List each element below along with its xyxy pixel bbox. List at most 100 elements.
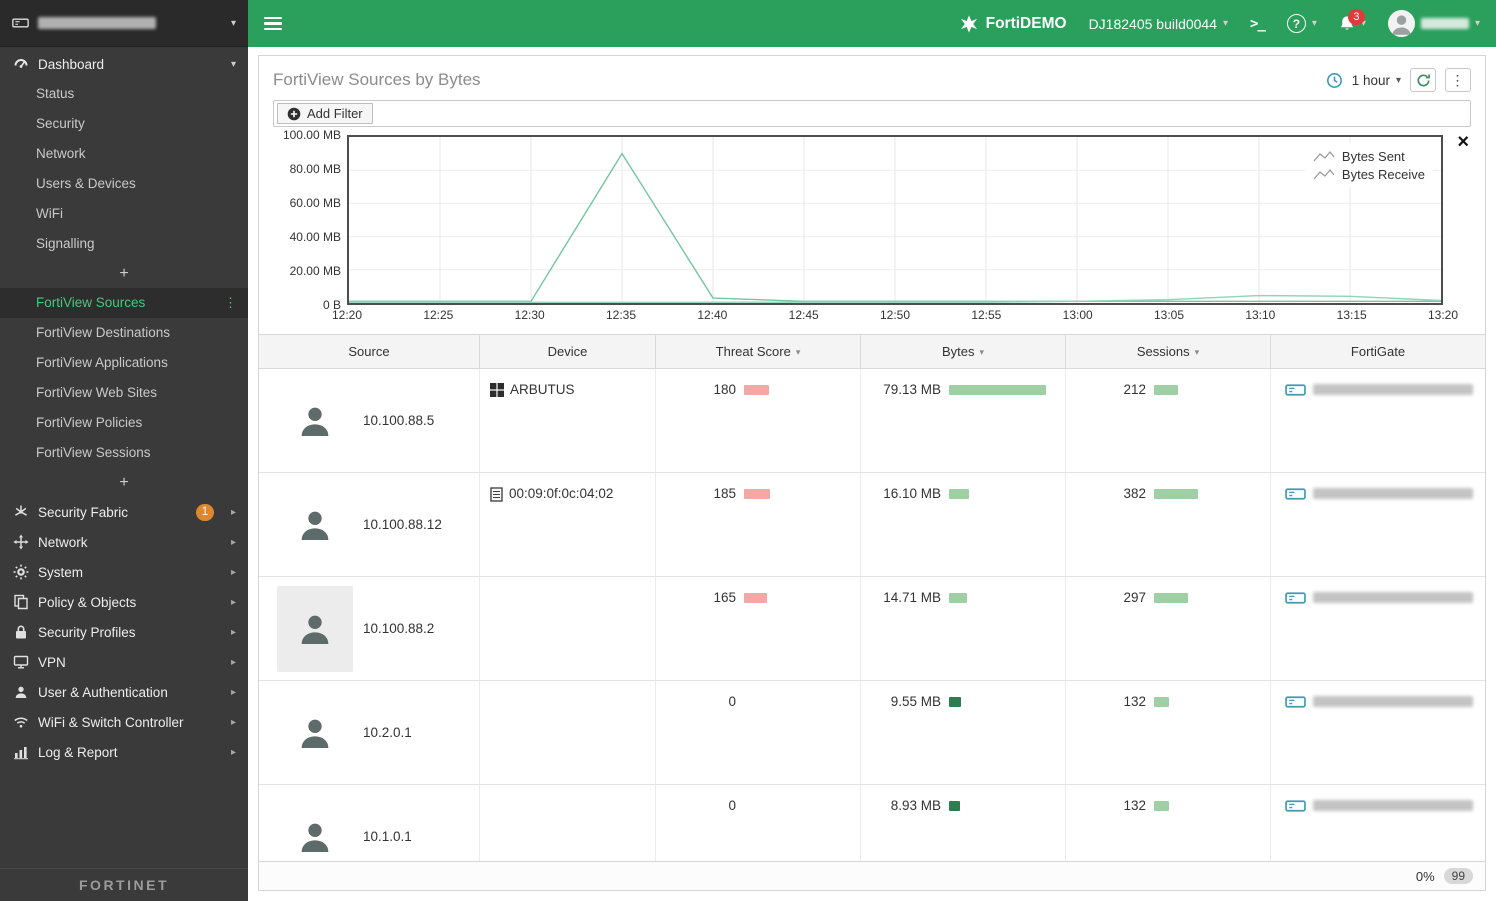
- policy-objects-icon: [12, 594, 29, 610]
- chart-plot-area[interactable]: Bytes Sent Bytes Receive: [347, 135, 1443, 305]
- sidebar-item-log-report[interactable]: Log & Report ▸: [0, 737, 248, 767]
- legend-item[interactable]: Bytes Receive: [1313, 165, 1425, 183]
- device-selector[interactable]: ▾: [0, 0, 248, 47]
- device-cell: 00:09:0f:0c:04:02: [480, 473, 656, 576]
- sidebar-item-network[interactable]: Network ▸: [0, 527, 248, 557]
- user-auth-icon: [12, 684, 29, 700]
- cli-console-icon[interactable]: >_: [1250, 16, 1266, 32]
- column-header-threat-score[interactable]: Threat Score ▾: [656, 335, 861, 368]
- table-row[interactable]: 10.1.0.1 0 8.93 MB 132: [259, 785, 1485, 861]
- build-selector[interactable]: DJ182405 build0044 ▾: [1089, 16, 1228, 32]
- count-badge: 99: [1443, 868, 1473, 884]
- source-ip: 10.100.88.5: [363, 413, 435, 428]
- help-menu[interactable]: ? ▾: [1286, 14, 1317, 33]
- alert-badge: 1: [195, 503, 214, 521]
- time-range-selector[interactable]: 1 hour ▾: [1352, 73, 1401, 88]
- bytes-cell: 14.71 MB: [861, 577, 1066, 680]
- table-row[interactable]: 10.2.0.1 0 9.55 MB 132: [259, 681, 1485, 785]
- source-ip: 10.1.0.1: [363, 829, 412, 844]
- legend-item[interactable]: Bytes Sent: [1313, 147, 1425, 165]
- sessions-cell: 212: [1066, 369, 1271, 472]
- log-report-icon: [12, 744, 29, 760]
- sidebar-item-fortiview-policies[interactable]: FortiView Policies: [0, 408, 248, 438]
- sidebar-item-vpn[interactable]: VPN ▸: [0, 647, 248, 677]
- user-icon: [277, 482, 353, 568]
- bytes-value: 79.13 MB: [883, 382, 941, 397]
- sidebar-item-users-devices[interactable]: Users & Devices: [0, 169, 248, 199]
- kebab-menu-icon[interactable]: ⋮: [224, 288, 238, 318]
- sources-table: Source Device Threat Score ▾ Bytes ▾ Sessions ▾…: [259, 334, 1485, 861]
- sort-caret-icon[interactable]: ▾: [1195, 345, 1200, 358]
- column-header-source[interactable]: Source: [259, 335, 480, 368]
- device-icon: [490, 486, 503, 502]
- fortinet-logo: FORTINET: [0, 868, 248, 901]
- fortigate-cell: [1271, 577, 1485, 680]
- sidebar-item-fortiview-sources[interactable]: FortiView Sources ⋮: [0, 288, 248, 318]
- sidebar-item-fortiview-applications[interactable]: FortiView Applications: [0, 348, 248, 378]
- table-row[interactable]: 10.100.88.12 00:09:0f:0c:04:02 185 16.10 MB…: [259, 473, 1485, 577]
- sidebar-item-status[interactable]: Status: [0, 79, 248, 109]
- y-tick-label: 100.00 MB: [282, 128, 341, 142]
- add-fortiview-button[interactable]: +: [0, 468, 248, 497]
- bytes-bar: [949, 593, 968, 603]
- sessions-bar: [1154, 801, 1170, 811]
- bytes-cell: 8.93 MB: [861, 785, 1066, 861]
- notifications-menu[interactable]: 3 ▾: [1339, 9, 1366, 32]
- fortinet-fan-icon: [959, 14, 979, 34]
- column-header-sessions[interactable]: Sessions ▾: [1066, 335, 1271, 368]
- column-header-device[interactable]: Device: [480, 335, 656, 368]
- fortigate-icon: [1285, 694, 1306, 710]
- sessions-cell: 382: [1066, 473, 1271, 576]
- vpn-icon: [12, 654, 29, 670]
- bytes-value: 14.71 MB: [883, 590, 941, 605]
- fortigate-icon: [1285, 590, 1306, 606]
- sidebar-item-fortiview-web-sites[interactable]: FortiView Web Sites: [0, 378, 248, 408]
- chart-close-icon[interactable]: ×: [1457, 132, 1469, 152]
- sort-caret-icon[interactable]: ▾: [979, 345, 984, 358]
- add-filter-button[interactable]: Add Filter: [277, 103, 373, 124]
- sidebar-item-security-fabric[interactable]: Security Fabric 1 ▸: [0, 497, 248, 527]
- filter-bar[interactable]: Add Filter: [273, 100, 1471, 127]
- add-dashboard-button[interactable]: +: [0, 259, 248, 288]
- sidebar-item-fortiview-sessions[interactable]: FortiView Sessions: [0, 438, 248, 468]
- x-tick-label: 13:00: [1062, 308, 1093, 322]
- sidebar: ▾ Dashboard ▾ Status Security Network Users…: [0, 0, 248, 901]
- y-tick-label: 60.00 MB: [289, 196, 341, 210]
- refresh-button[interactable]: [1410, 68, 1436, 92]
- x-tick-label: 12:45: [788, 308, 819, 322]
- sidebar-item-wifi[interactable]: WiFi: [0, 199, 248, 229]
- source-cell: 10.100.88.2: [259, 577, 480, 680]
- topbar-right: FortiDEMO DJ182405 build0044 ▾ >_ ? ▾ 3 …: [959, 9, 1480, 37]
- clock-icon: [1326, 72, 1343, 89]
- sessions-bar: [1154, 593, 1189, 603]
- sidebar-item-network[interactable]: Network: [0, 139, 248, 169]
- sidebar-item-wifi-switch-controller[interactable]: WiFi & Switch Controller ▸: [0, 707, 248, 737]
- sessions-value: 132: [1123, 798, 1146, 813]
- bytes-value: 9.55 MB: [890, 694, 941, 709]
- column-header-bytes[interactable]: Bytes ▾: [861, 335, 1066, 368]
- sidebar-item-user-authentication[interactable]: User & Authentication ▸: [0, 677, 248, 707]
- source-ip: 10.100.88.12: [363, 517, 442, 532]
- sidebar-item-fortiview-destinations[interactable]: FortiView Destinations: [0, 318, 248, 348]
- sidebar-item-security-profiles[interactable]: Security Profiles ▸: [0, 617, 248, 647]
- sidebar-item-signalling[interactable]: Signalling: [0, 229, 248, 259]
- kebab-menu-icon: ⋮: [1450, 71, 1466, 88]
- sort-caret-icon[interactable]: ▾: [796, 345, 801, 358]
- y-tick-label: 80.00 MB: [289, 162, 341, 176]
- table-row[interactable]: 10.100.88.5 ARBUTUS 180 79.13 MB 212: [259, 369, 1485, 473]
- more-options-button[interactable]: ⋮: [1445, 68, 1471, 92]
- threat-score-cell: 0: [656, 681, 861, 784]
- sessions-value: 382: [1123, 486, 1146, 501]
- column-header-fortigate[interactable]: FortiGate: [1271, 335, 1485, 368]
- page-title: FortiView Sources by Bytes: [273, 70, 481, 89]
- hamburger-menu-icon[interactable]: [264, 13, 282, 33]
- sidebar-item-security[interactable]: Security: [0, 109, 248, 139]
- sidebar-item-dashboard[interactable]: Dashboard ▾: [0, 49, 248, 79]
- sidebar-item-policy-objects[interactable]: Policy & Objects ▸: [0, 587, 248, 617]
- table-row[interactable]: 10.100.88.2 165 14.71 MB 297: [259, 577, 1485, 681]
- account-menu[interactable]: ▾: [1387, 10, 1480, 37]
- sidebar-item-system[interactable]: System ▸: [0, 557, 248, 587]
- threat-score-value: 0: [728, 798, 736, 813]
- chevron-down-icon: ▾: [230, 58, 236, 70]
- user-icon: [277, 585, 353, 672]
